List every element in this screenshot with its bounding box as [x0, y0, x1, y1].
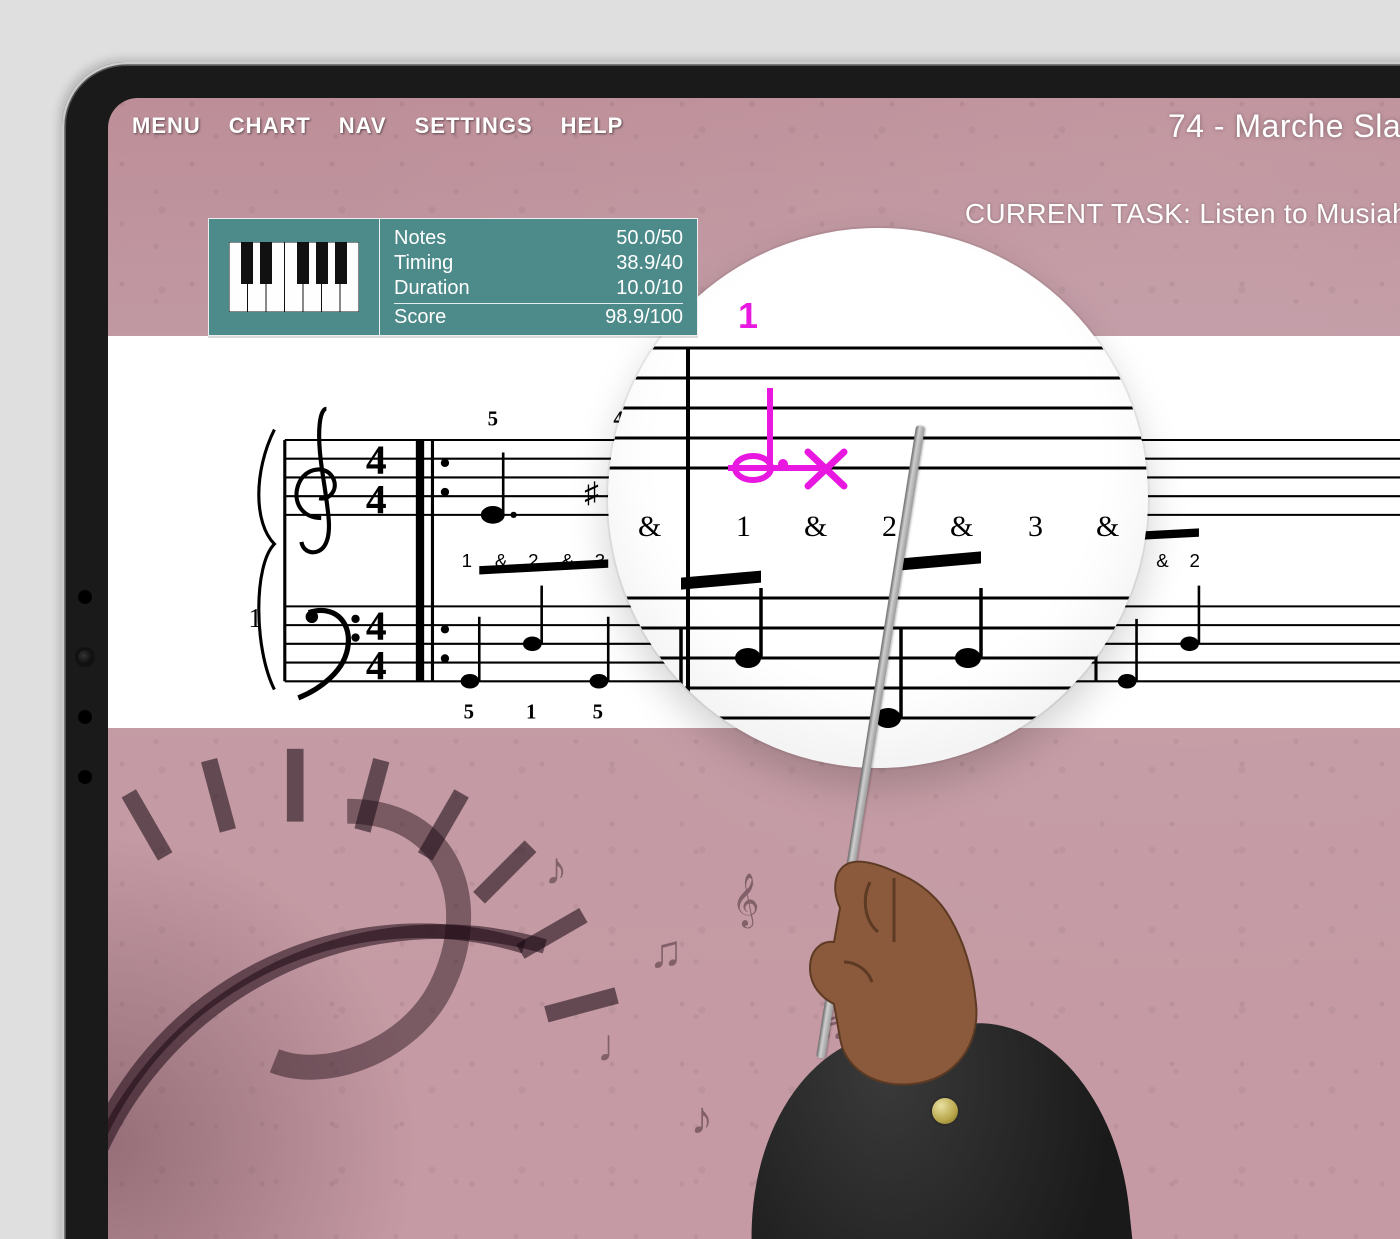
stat-row-notes: Notes 50.0/50	[394, 226, 683, 251]
svg-text:&: &	[561, 550, 574, 571]
score-panel: Notes 50.0/50 Timing 38.9/40 Duration 10…	[208, 218, 698, 336]
stat-value: 10.0/10	[616, 277, 683, 300]
song-title: 74 - Marche Slave	[1168, 108, 1400, 145]
piano-keyboard-icon	[229, 242, 359, 312]
svg-text:&: &	[495, 550, 508, 571]
svg-text:3: 3	[595, 550, 605, 571]
app-screen: MENU CHART NAV SETTINGS HELP 74 - Marche…	[108, 98, 1400, 1239]
timesig-bot-treble: 4	[366, 476, 387, 522]
stat-value: 50.0/50	[616, 227, 683, 250]
conductor-hand	[744, 822, 1034, 1112]
stat-value: 98.9/100	[605, 306, 683, 329]
system-number: 1	[248, 603, 262, 633]
piano-keyboard-button[interactable]	[208, 218, 380, 336]
menu-item-help[interactable]: HELP	[561, 113, 624, 139]
svg-text:&: &	[950, 510, 973, 543]
svg-text:&: &	[638, 510, 661, 543]
svg-text:&: &	[804, 510, 827, 543]
lens-fingering: 1	[738, 295, 758, 336]
tablet-camera	[78, 650, 92, 664]
svg-text:2: 2	[882, 510, 897, 543]
cufflink-icon	[932, 1098, 958, 1124]
svg-text:1: 1	[736, 510, 751, 543]
stat-row-total: Score 98.9/100	[394, 303, 683, 330]
timesig-bot-bass: 4	[366, 642, 387, 688]
svg-text:♪: ♪	[690, 1093, 713, 1144]
stat-label: Timing	[394, 252, 453, 275]
highlighted-note: 1	[728, 295, 844, 486]
stat-label: Score	[394, 306, 446, 329]
svg-text:5: 5	[593, 701, 603, 724]
svg-text:2: 2	[1190, 550, 1200, 571]
svg-text:5: 5	[464, 701, 474, 724]
svg-text:1: 1	[526, 701, 536, 724]
stat-row-timing: Timing 38.9/40	[394, 251, 683, 276]
tablet-side-sensors	[78, 590, 92, 784]
svg-text:♪: ♪	[545, 843, 568, 894]
current-task-banner: CURRENT TASK: Listen to Musiah's fe	[965, 198, 1400, 230]
svg-text:5: 5	[488, 407, 498, 430]
current-task-text: Listen to Musiah's fe	[1199, 198, 1400, 229]
menu-item-settings[interactable]: SETTINGS	[415, 113, 533, 139]
bass-clef-icon	[298, 610, 359, 697]
lens-bass-notes	[655, 551, 981, 728]
svg-text:2: 2	[528, 550, 538, 571]
top-menu-bar: MENU CHART NAV SETTINGS HELP 74 - Marche…	[108, 98, 1400, 154]
svg-text:1: 1	[462, 550, 472, 571]
svg-text:♯: ♯	[584, 477, 599, 509]
treble-clef-icon	[297, 409, 335, 553]
svg-text:♩: ♩	[597, 1020, 643, 1071]
stat-value: 38.9/40	[616, 252, 683, 275]
current-task-label: CURRENT TASK:	[965, 198, 1191, 229]
menu-item-menu[interactable]: MENU	[132, 113, 201, 139]
svg-text:&: &	[1096, 510, 1119, 543]
svg-text:3: 3	[1028, 510, 1043, 543]
stat-label: Notes	[394, 227, 446, 250]
score-stats: Notes 50.0/50 Timing 38.9/40 Duration 10…	[380, 218, 698, 336]
menu-item-chart[interactable]: CHART	[229, 113, 311, 139]
stat-label: Duration	[394, 277, 470, 300]
lens-counts: & 1 & 2 & 3 &	[638, 510, 1119, 543]
svg-text:&: &	[1156, 550, 1169, 571]
menu-item-nav[interactable]: NAV	[339, 113, 387, 139]
bass-notes-bar1: 5 1 5	[461, 559, 609, 723]
stat-row-duration: Duration 10.0/10	[394, 276, 683, 301]
svg-text:♫: ♫	[649, 926, 683, 977]
